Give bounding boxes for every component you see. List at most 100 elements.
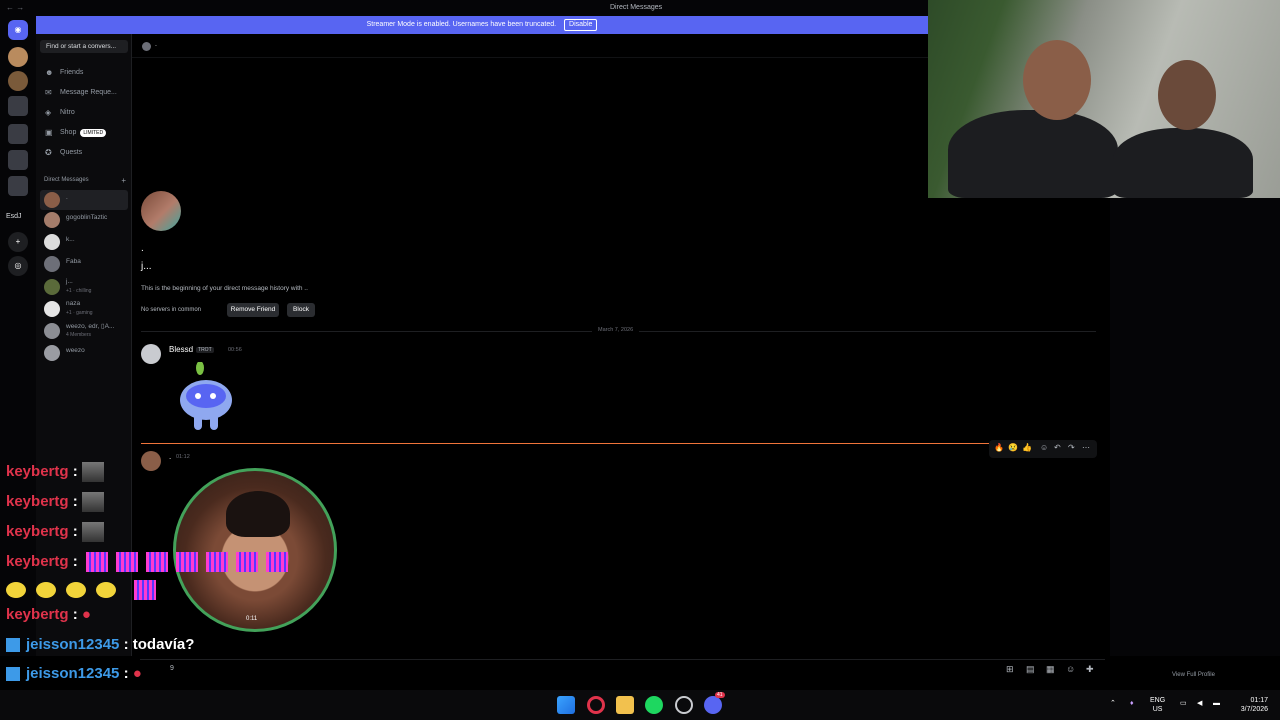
emote-image [81, 522, 104, 542]
microphone-icon[interactable]: ♦ [1130, 699, 1134, 708]
avatar [44, 212, 60, 228]
more-icon[interactable]: ⋯ [1082, 443, 1090, 452]
remove-friend-button[interactable]: Remove Friend [227, 303, 279, 317]
windows-start-icon[interactable] [557, 696, 575, 714]
server-folder-icon[interactable] [8, 176, 28, 196]
sad-reaction-icon[interactable]: 😢 [1008, 443, 1018, 452]
sticker-icon[interactable]: ▦ [1046, 664, 1055, 675]
thumbs-up-icon[interactable]: 👍 [1022, 443, 1032, 452]
emote-image [235, 552, 258, 572]
gif-icon[interactable]: ▤ [1026, 664, 1035, 675]
search-input[interactable]: Find or start a convers... [40, 40, 128, 53]
avatar [44, 234, 60, 250]
twitch-icon [6, 667, 20, 682]
person-head [1158, 60, 1216, 130]
server-icon[interactable] [8, 71, 28, 91]
nav-nitro[interactable]: ◈ Nitro [42, 105, 128, 121]
chevron-up-icon[interactable]: ⌃ [1110, 699, 1116, 708]
language-indicator[interactable]: ENG US [1150, 696, 1165, 714]
forward-icon[interactable]: ↷ [1068, 443, 1075, 452]
message-time: 00:56 [228, 347, 242, 353]
server-icon[interactable] [8, 47, 28, 67]
twitch-icon [6, 638, 20, 653]
create-dm-icon[interactable]: + [121, 176, 126, 185]
chat-line: keybertg : [6, 522, 104, 542]
dm-item[interactable]: naza +1 · gaming [40, 299, 128, 319]
server-folder-icon[interactable] [8, 150, 28, 170]
spotify-icon[interactable] [645, 696, 663, 714]
emote-image [145, 552, 168, 572]
avatar[interactable] [141, 344, 161, 364]
new-messages-line [141, 443, 989, 444]
nav-quests[interactable]: ✪ Quests [42, 145, 128, 161]
file-explorer-icon[interactable] [616, 696, 634, 714]
obs-icon[interactable] [675, 696, 693, 714]
quests-icon: ✪ [45, 148, 52, 157]
server-folder-icon[interactable] [8, 124, 28, 144]
volume-icon[interactable]: ◀ [1197, 699, 1202, 708]
view-full-profile-link[interactable]: View Full Profile [1172, 672, 1215, 678]
dm-item[interactable]: gogoblinTaztic [40, 210, 128, 230]
nav-message-requests[interactable]: ✉ Message Reque... [42, 85, 128, 101]
fire-reaction-icon[interactable]: 🔥 [994, 443, 1004, 452]
dm-item[interactable]: k... [40, 232, 128, 252]
opera-icon[interactable] [587, 696, 605, 714]
message-actions-bar: 🔥 😢 👍 ☺ ↶ ↷ ⋯ [989, 440, 1097, 458]
add-server-icon[interactable]: + [8, 232, 28, 252]
streamer-mode-banner: Streamer Mode is enabled. Usernames have… [36, 16, 928, 34]
nav-friends[interactable]: ☻ Friends [42, 65, 128, 81]
apps-icon[interactable]: ✚ [1086, 664, 1094, 675]
emote-image [265, 552, 288, 572]
block-button[interactable]: Block [287, 303, 315, 317]
nitro-icon: ◈ [45, 108, 52, 117]
emote-image [175, 552, 198, 572]
disable-button[interactable]: Disable [564, 19, 598, 31]
limited-badge: LIMITED [80, 129, 107, 137]
avatar [44, 323, 60, 339]
discord-taskbar-icon[interactable]: 41 [704, 692, 725, 714]
discover-icon[interactable]: ◎ [8, 256, 28, 276]
dm-item[interactable]: . [40, 190, 128, 210]
mail-icon: ✉ [45, 88, 52, 97]
nav-arrows[interactable]: ← → [6, 3, 24, 12]
network-icon[interactable]: ▭ [1180, 699, 1187, 708]
message-composer[interactable]: 9 ⊞ ▤ ▦ ☺ ✚ [140, 659, 1105, 681]
server-label[interactable]: EsdJ [6, 213, 22, 220]
dm-item[interactable]: weezo [40, 343, 128, 363]
emote-image [96, 582, 116, 598]
dm-header: Direct Messages + [44, 176, 126, 185]
message-author[interactable]: Blessd TROT [169, 345, 214, 354]
avatar [44, 279, 60, 295]
emoji-count: 9 [170, 665, 174, 672]
reply-icon[interactable]: ↶ [1054, 443, 1061, 452]
discord-home-icon[interactable]: ◉ [8, 20, 28, 40]
clock[interactable]: 01:17 3/7/2026 [1232, 696, 1268, 714]
avatar [44, 192, 60, 208]
window-title: Direct Messages [610, 4, 663, 11]
chat-line: jeisson12345 : ● [6, 665, 142, 682]
add-reaction-icon[interactable]: ☺ [1040, 443, 1048, 452]
gift-icon[interactable]: ⊞ [1006, 664, 1014, 675]
channel-name: . [155, 41, 157, 48]
avatar [44, 345, 60, 361]
dm-item[interactable]: Faba [40, 254, 128, 274]
taskbar: 41 ⌃ ♦ ENG US ▭ ◀ ▬ 01:17 3/7/2026 [0, 690, 1280, 720]
avatar [44, 301, 60, 317]
nav-shop[interactable]: ▣ Shop LIMITED [42, 125, 128, 141]
person-silhouette [948, 110, 1118, 198]
dm-item[interactable]: weezo, edr, ▯A... 4 Members [40, 321, 128, 341]
dm-item[interactable]: j... +1 · chilling [40, 277, 128, 297]
webcam-overlay [928, 0, 1280, 198]
profile-avatar[interactable] [141, 191, 181, 231]
emote-image [81, 492, 104, 512]
friends-icon: ☻ [45, 68, 54, 77]
avatar [142, 42, 151, 51]
chat-line: keybertg : [6, 462, 104, 482]
emote-image [36, 582, 56, 598]
emoji-icon[interactable]: ☺ [1066, 664, 1075, 674]
wumpus-sticker [180, 362, 232, 430]
chat-line: keybertg : ● [6, 606, 91, 623]
no-servers-text: No servers in common [141, 307, 202, 313]
server-folder-icon[interactable] [8, 96, 28, 116]
battery-icon[interactable]: ▬ [1213, 699, 1220, 708]
